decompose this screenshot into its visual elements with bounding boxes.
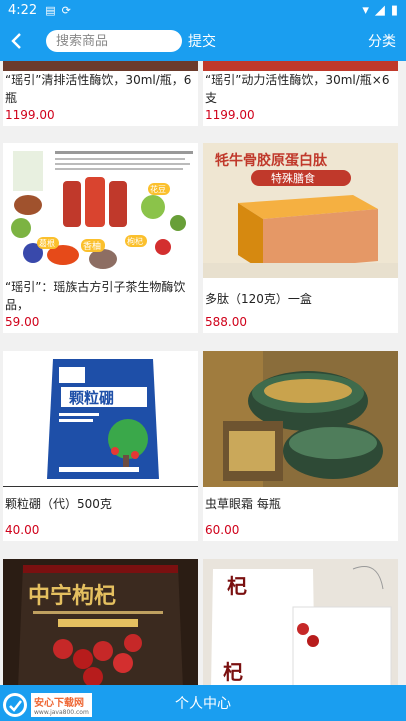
- product-image: 杞 杞: [203, 559, 398, 685]
- back-button[interactable]: [0, 21, 34, 61]
- product-image: 葛根 香柚 枸杞 花豆: [3, 143, 198, 278]
- watermark-name: 安心下载网: [34, 698, 84, 709]
- submit-button[interactable]: 提交: [188, 31, 216, 51]
- product-card[interactable]: 葛根 香柚 枸杞 花豆 “瑶引”：瑶族古方引子茶生物酶饮品， 59.00: [3, 143, 198, 333]
- product-card[interactable]: 杞 杞: [203, 559, 398, 685]
- product-card[interactable]: “瑶引”动力活性酶饮，30ml/瓶×6支 1199.00: [203, 61, 398, 126]
- product-title: 多肽（120克）一盒: [205, 292, 312, 306]
- battery-icon: ▮: [390, 3, 398, 18]
- product-card[interactable]: 牦牛骨胶原蛋白肽 特殊膳食 多肽（120克）一盒 588.00: [203, 143, 398, 333]
- bag-label: 中宁枸杞: [28, 583, 116, 609]
- watermark-url: www.java800.com: [34, 709, 89, 716]
- watermark-logo: 安心下载网 www.java800.com: [2, 690, 98, 720]
- back-arrow-icon: [11, 33, 21, 49]
- box-headline: 牦牛骨胶原蛋白肽: [215, 152, 328, 169]
- product-image: [203, 351, 398, 487]
- product-card[interactable]: “瑶引”清排活性酶饮，30ml/瓶，6瓶 1199.00: [3, 61, 198, 126]
- product-image: 颗粒硼: [3, 351, 198, 487]
- product-title: “瑶引”：瑶族古方引子茶生物酶饮品，: [5, 280, 186, 312]
- herbal-tea-image: 葛根 香柚 枸杞 花豆: [11, 151, 193, 269]
- signal-icon: ◢: [374, 3, 385, 18]
- herb-label: 葛根: [39, 238, 55, 248]
- sync-icon: ⟳: [61, 4, 71, 17]
- search-input[interactable]: [46, 30, 182, 52]
- boron-bag-image: 颗粒硼: [47, 359, 159, 479]
- product-image: 牦牛骨胶原蛋白肽 特殊膳食: [203, 143, 398, 278]
- bag-label: 杞: [227, 574, 247, 598]
- product-title: “瑶引”清排活性酶饮，30ml/瓶，6瓶: [5, 73, 192, 105]
- gift-bag-image: 杞 杞: [203, 559, 398, 685]
- wifi-icon: ▾: [362, 3, 369, 18]
- goji-bag-image: 中宁枸杞: [3, 559, 198, 685]
- product-title: “瑶引”动力活性酶饮，30ml/瓶×6支: [205, 73, 390, 105]
- product-title: 颗粒硼（代）500克: [5, 497, 112, 511]
- product-price: 40.00: [5, 523, 40, 537]
- product-image: 中宁枸杞: [3, 559, 198, 685]
- peptide-box-image: 牦牛骨胶原蛋白肽 特殊膳食: [203, 143, 398, 278]
- box-tag: 特殊膳食: [271, 171, 315, 185]
- status-bar: 4:22 ▤ ⟳ ▾ ◢ ▮: [0, 0, 406, 21]
- product-image: [203, 61, 398, 71]
- product-image: [3, 61, 198, 71]
- status-time: 4:22: [8, 3, 38, 18]
- product-price: 59.00: [5, 315, 40, 329]
- herb-label: 花豆: [150, 184, 166, 194]
- profile-button[interactable]: 个人中心: [175, 693, 231, 713]
- bag-label: 颗粒硼: [69, 389, 114, 407]
- watermark-icon: [3, 693, 27, 717]
- product-price: 588.00: [205, 315, 247, 329]
- product-price: 1199.00: [5, 108, 55, 122]
- product-price: 1199.00: [205, 108, 255, 122]
- product-card[interactable]: 颗粒硼 颗粒硼（代）500克 40.00: [3, 351, 198, 541]
- category-button[interactable]: 分类: [368, 31, 396, 51]
- product-grid: “瑶引”清排活性酶饮，30ml/瓶，6瓶 1199.00 “瑶引”动力活性酶饮，…: [0, 61, 406, 685]
- herb-label: 香柚: [83, 240, 101, 252]
- product-card[interactable]: 虫草眼霜 每瓶 60.00: [203, 351, 398, 541]
- notification-icon: ▤: [45, 4, 56, 17]
- product-card[interactable]: 中宁枸杞: [3, 559, 198, 685]
- top-header: 提交 分类: [0, 21, 406, 61]
- product-price: 60.00: [205, 523, 240, 537]
- box-label: 杞: [223, 660, 243, 684]
- eye-cream-image: [203, 351, 398, 487]
- herb-label: 枸杞: [127, 236, 143, 246]
- product-title: 虫草眼霜 每瓶: [205, 497, 281, 511]
